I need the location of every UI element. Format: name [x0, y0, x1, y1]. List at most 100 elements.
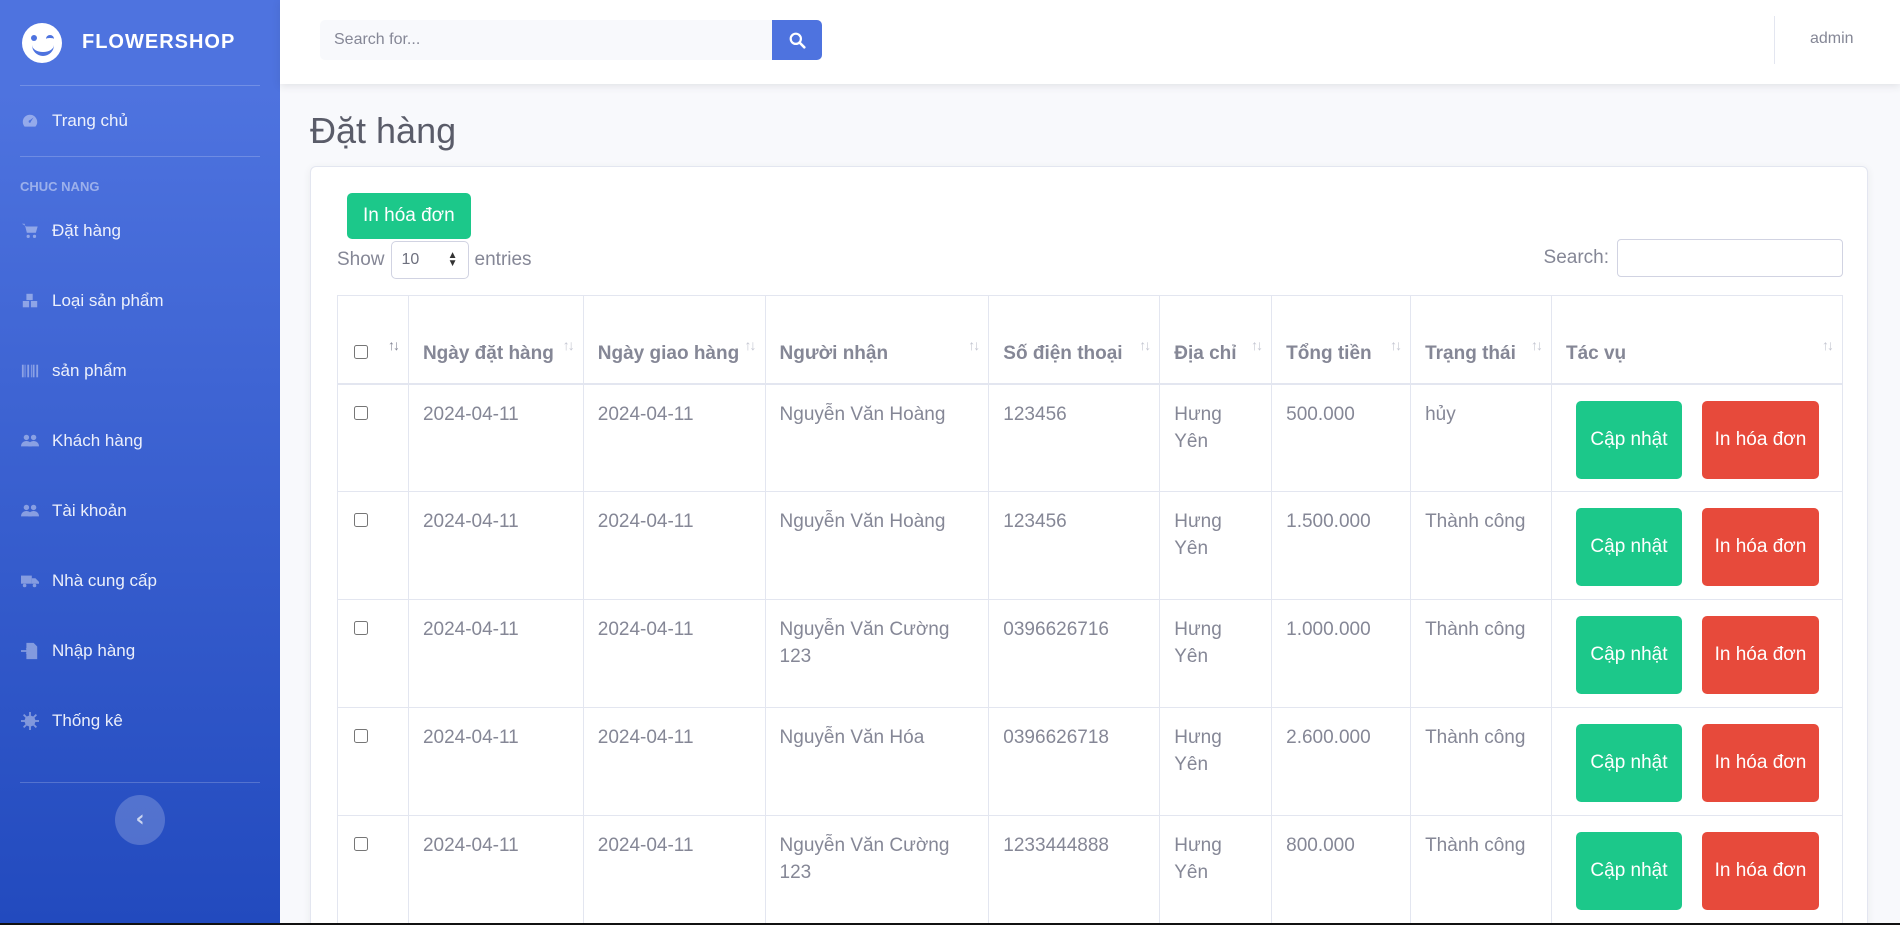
sort-icon: ↑↓	[1822, 336, 1834, 353]
row-checkbox[interactable]	[354, 513, 368, 527]
sidebar-item-label: sản phẩm	[52, 361, 127, 380]
entries-label: entries	[474, 249, 532, 270]
column-header[interactable]: Số điện thoại ↑↓	[988, 295, 1161, 384]
row-checkbox[interactable]	[354, 729, 368, 743]
select-all-checkbox[interactable]	[354, 344, 368, 359]
row-actions: Cập nhật In hóa đơn	[1550, 599, 1844, 708]
sidebar-item-home[interactable]: Trang chủ	[0, 86, 280, 156]
orders-card: In hóa đơn Show 10 ▲ ▼ entries Search: ↑↓…	[310, 166, 1868, 925]
cell-phone: 1233444888	[988, 815, 1161, 924]
select-all-header[interactable]: ↑↓	[337, 295, 409, 384]
print-invoice-row-button[interactable]: In hóa đơn	[1701, 616, 1819, 694]
cell-status: Thành công	[1410, 707, 1552, 816]
cell-status: hủy	[1410, 383, 1552, 492]
sidebar-toggle-button[interactable]: ‹	[115, 795, 165, 845]
table-search-input[interactable]	[1617, 239, 1843, 277]
sidebar-divider	[20, 782, 260, 783]
sidebar-item-label: Trang chủ	[52, 111, 128, 130]
row-actions: Cập nhật In hóa đơn	[1550, 707, 1844, 816]
page-length-control: Show 10 ▲ ▼ entries	[337, 241, 532, 279]
laugh-wink-icon	[22, 22, 62, 63]
cell-order-date: 2024-04-11	[407, 599, 584, 708]
sidebar-item-5[interactable]: Nhà cung cấp	[0, 546, 280, 616]
sidebar-item-label: Nhà cung cấp	[52, 571, 157, 590]
search-input[interactable]	[320, 20, 772, 60]
sidebar-item-3[interactable]: Khách hàng	[0, 406, 280, 476]
cell-address: Hưng Yên	[1159, 599, 1273, 708]
update-button[interactable]: Cập nhật	[1575, 508, 1682, 586]
cell-receiver: Nguyễn Văn Cường 123	[764, 599, 990, 708]
topbar: admin	[280, 0, 1900, 84]
cell-order-date: 2024-04-11	[407, 707, 584, 816]
column-header[interactable]: Tác vụ ↑↓	[1550, 295, 1844, 384]
row-select-cell	[337, 707, 409, 816]
cell-order-date: 2024-04-11	[407, 491, 584, 600]
sort-icon: ↑↓	[744, 336, 757, 353]
print-invoice-row-button[interactable]: In hóa đơn	[1701, 508, 1819, 586]
print-invoice-row-button[interactable]: In hóa đơn	[1701, 832, 1819, 910]
sidebar-item-label: Tài khoản	[52, 501, 127, 520]
sort-icon: ↑↓	[1139, 336, 1151, 353]
row-checkbox[interactable]	[354, 621, 368, 635]
sidebar-item-7[interactable]: Thống kê	[0, 686, 280, 756]
table-row: 2024-04-11 2024-04-11 Nguyễn Văn Cường 123…	[337, 599, 1844, 708]
chevron-left-icon: ‹	[135, 807, 145, 832]
table-row: 2024-04-11 2024-04-11 Nguyễn Văn Hoàng 1234…	[337, 491, 1844, 600]
cell-ship-date: 2024-04-11	[582, 491, 766, 600]
column-header[interactable]: Ngày đặt hàng ↑↓	[407, 295, 584, 384]
sidebar-item-0[interactable]: Đặt hàng	[0, 196, 280, 266]
topbar-divider	[1774, 16, 1775, 64]
cell-ship-date: 2024-04-11	[582, 383, 766, 492]
truck-icon	[20, 571, 40, 591]
page-length-select[interactable]: 10 ▲ ▼	[390, 241, 469, 279]
cell-receiver: Nguyễn Văn Hóa	[764, 707, 990, 816]
cell-status: Thành công	[1410, 599, 1552, 708]
row-select-cell	[337, 599, 409, 708]
sidebar-item-2[interactable]: sản phẩm	[0, 336, 280, 406]
sort-icon: ↑↓	[387, 336, 400, 353]
sort-arrows-icon: ▲ ▼	[447, 250, 458, 269]
table-row: 2024-04-11 2024-04-11 Nguyễn Văn Cường 123…	[337, 815, 1844, 924]
row-checkbox[interactable]	[354, 837, 368, 851]
print-invoice-row-button[interactable]: In hóa đơn	[1701, 724, 1819, 802]
sort-icon: ↑↓	[1390, 336, 1402, 353]
table-header-row: ↑↓ Ngày đặt hàng ↑↓ Ngày giao hàng ↑↓ Ngườ…	[337, 295, 1844, 384]
column-header[interactable]: Người nhận ↑↓	[764, 295, 990, 384]
row-select-cell	[337, 491, 409, 600]
cell-ship-date: 2024-04-11	[582, 599, 766, 708]
cell-total: 1.000.000	[1271, 599, 1412, 708]
update-button[interactable]: Cập nhật	[1575, 616, 1682, 694]
table-search: Search:	[1544, 239, 1843, 277]
page-title: Đặt hàng	[310, 110, 457, 151]
sidebar-item-label: Khách hàng	[52, 431, 143, 450]
sidebar-item-label: Đặt hàng	[52, 221, 121, 240]
column-header[interactable]: Địa chỉ ↑↓	[1159, 295, 1273, 384]
update-button[interactable]: Cập nhật	[1575, 400, 1682, 479]
sidebar-item-6[interactable]: Nhập hàng	[0, 616, 280, 686]
cell-order-date: 2024-04-11	[407, 815, 584, 924]
cell-address: Hưng Yên	[1159, 383, 1273, 492]
print-invoice-button[interactable]: In hóa đơn	[347, 193, 471, 239]
cell-phone: 0396626716	[988, 599, 1161, 708]
table-row: 2024-04-11 2024-04-11 Nguyễn Văn Hóa 039662…	[337, 707, 1844, 816]
column-header[interactable]: Ngày giao hàng ↑↓	[582, 295, 766, 384]
cell-ship-date: 2024-04-11	[582, 707, 766, 816]
cell-status: Thành công	[1410, 491, 1552, 600]
print-invoice-row-button[interactable]: In hóa đơn	[1701, 400, 1819, 479]
update-button[interactable]: Cập nhật	[1575, 832, 1682, 910]
sidebar-item-1[interactable]: Loại sản phẩm	[0, 266, 280, 336]
search-button[interactable]	[772, 20, 822, 60]
user-menu[interactable]: admin	[1810, 30, 1854, 48]
table-row: 2024-04-11 2024-04-11 Nguyễn Văn Hoàng 1234…	[337, 383, 1844, 492]
row-select-cell	[337, 383, 409, 492]
row-checkbox[interactable]	[354, 405, 368, 420]
row-actions: Cập nhật In hóa đơn	[1550, 383, 1844, 492]
column-header[interactable]: Trạng thái ↑↓	[1410, 295, 1552, 384]
column-header[interactable]: Tổng tiền ↑↓	[1271, 295, 1412, 384]
cell-ship-date: 2024-04-11	[582, 815, 766, 924]
update-button[interactable]: Cập nhật	[1575, 724, 1682, 802]
brand[interactable]: FLOWERSHOP	[0, 0, 280, 85]
cell-total: 500.000	[1271, 383, 1412, 492]
cell-order-date: 2024-04-11	[407, 383, 584, 492]
sidebar-item-4[interactable]: Tài khoản	[0, 476, 280, 546]
